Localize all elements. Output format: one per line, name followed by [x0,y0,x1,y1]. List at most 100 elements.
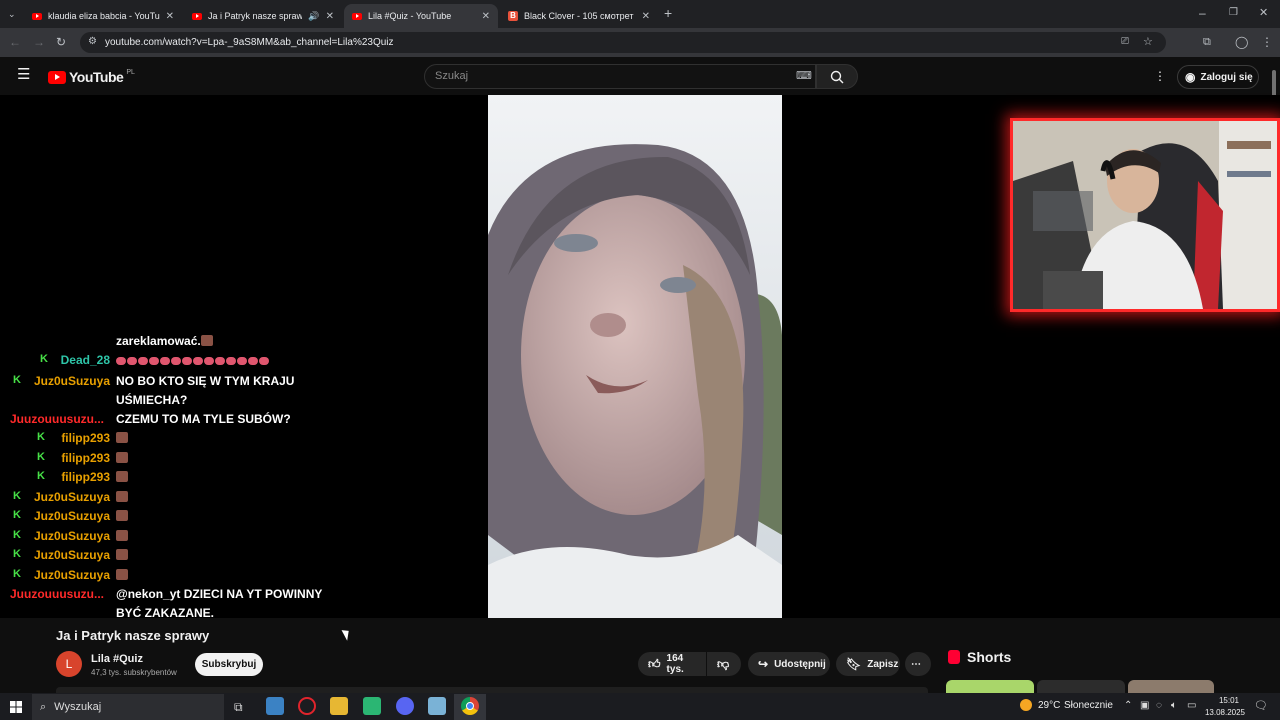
heart-emote-icon [138,357,148,365]
reload-icon[interactable]: ↻ [56,35,66,49]
browser-tab-strip: ⌄ klaudia eliza babcia - YouTube ✕ Ja i … [0,0,1280,28]
search-input[interactable]: Szukaj ⌨ [424,64,816,89]
clock-time[interactable]: 15:01 [1212,696,1246,705]
hamburger-menu-icon[interactable]: ☰ [17,67,30,82]
minimize-icon[interactable]: – [1199,6,1206,20]
sign-in-label: Zaloguj się [1200,71,1253,83]
chat-message: K Juz0uSuzuya [0,488,340,508]
chrome-icon [461,697,479,715]
more-actions-button[interactable]: ⋯ [905,652,931,676]
tab-title: Black Clover - 105 смотреть ан [524,11,634,21]
profile-icon[interactable]: ◯ [1235,35,1248,49]
close-tab-icon[interactable]: ✕ [642,11,650,22]
clock-date[interactable]: 13.08.2025 [1204,708,1246,717]
app-icon-1[interactable] [266,697,284,715]
search-icon [830,70,844,84]
chat-message-text: @nekon_yt DZIECI NA YT POWINNY [116,587,323,601]
chat-username: Juz0uSuzuya [33,509,110,523]
battery-icon[interactable]: ▭ [1187,699,1196,713]
channel-avatar[interactable]: L [56,651,82,677]
like-button[interactable]: 👍︎ 164 tys. [638,652,706,676]
task-view-icon[interactable]: ⧉ [234,700,243,714]
tray-app-icon[interactable]: ▣ [1140,699,1149,713]
taskbar-search-label: Wyszukaj [54,701,102,713]
short-thumbnail[interactable] [946,680,1034,693]
discord-icon[interactable] [396,697,414,715]
bookmark-star-icon[interactable]: ☆ [1143,35,1153,49]
close-tab-icon[interactable]: ✕ [482,11,490,22]
save-label: Zapisz [867,658,899,670]
chat-message: K Juz0uSuzuya [0,507,340,527]
shorts-section-title: Shorts [967,649,1012,665]
kick-badge-icon: K [37,451,45,463]
notifications-icon[interactable]: 🗨︎ [1254,699,1268,713]
tab-search-icon[interactable]: ⌄ [8,7,16,21]
taskbar-search-box[interactable]: ⌕ Wyszukaj [32,694,224,720]
short-thumbnail[interactable] [1037,680,1125,693]
youtube-play-logo-icon [48,70,66,84]
file-explorer-icon[interactable] [330,697,348,715]
opera-icon[interactable] [298,697,316,715]
channel-name[interactable]: Lila #Quiz [91,653,143,665]
weather-description[interactable]: Słonecznie [1064,700,1113,711]
tab-title: klaudia eliza babcia - YouTube [48,11,160,21]
account-circle-icon: ◉ [1185,70,1196,84]
kick-badge-icon: K [13,548,21,560]
speaker-icon[interactable]: 🔊 [308,11,319,22]
extensions-icon[interactable]: ⧉ [1203,35,1211,49]
sign-in-button[interactable]: ◉ Zaloguj się [1177,65,1259,89]
tab-2[interactable]: Ja i Patryk nasze sprawy - Yo 🔊 ✕ [184,4,342,28]
subscribe-button[interactable]: Subskrybuj [195,653,263,676]
forward-icon[interactable]: → [33,35,45,49]
tab-4[interactable]: B Black Clover - 105 смотреть ан ✕ [500,4,658,28]
tab-title: Lila #Quiz - YouTube [368,11,452,21]
app-icon-4[interactable] [363,697,381,715]
close-tab-icon[interactable]: ✕ [326,11,334,22]
settings-kebab-icon[interactable]: ⋮ [1154,69,1166,83]
weather-temp[interactable]: 29°C [1038,700,1060,711]
tray-chevron-icon[interactable]: ⌃ [1124,699,1132,713]
emote-icon [116,549,128,560]
menu-kebab-icon[interactable]: ⋮ [1261,35,1273,49]
chat-message: K Juz0uSuzuya [0,546,340,566]
tab-1[interactable]: klaudia eliza babcia - YouTube ✕ [24,4,182,28]
streamer-webcam-image [1013,121,1277,309]
chat-username: Juuzouuusuzu... [10,412,104,426]
save-button[interactable]: 🔖︎ Zapisz [836,652,900,676]
heart-emote-icon [127,357,137,365]
chat-emote [116,449,128,467]
share-button[interactable]: ↪ Udostępnij [748,652,830,676]
search-icon: ⌕ [40,700,47,713]
emote-icon [116,569,128,580]
tab-3-active[interactable]: Lila #Quiz - YouTube ✕ [344,4,498,28]
emote-icon [116,452,128,463]
keyboard-icon[interactable]: ⌨ [796,69,812,83]
close-tab-icon[interactable]: ✕ [166,11,174,22]
kick-badge-icon: K [40,353,48,365]
back-icon[interactable]: ← [9,35,21,49]
youtube-logo[interactable]: YouTube PL [48,69,135,85]
volume-icon[interactable]: 🔈︎ [1171,699,1177,713]
kick-badge-icon: K [13,529,21,541]
like-count: 164 tys. [666,653,684,675]
restore-icon[interactable]: ❐ [1229,6,1238,20]
short-thumbnail[interactable] [1128,680,1214,693]
install-app-icon[interactable]: ⎚ [1121,35,1129,49]
chat-username: Juz0uSuzuya [33,490,110,504]
search-button[interactable] [816,64,858,89]
chat-message-text: NO BO KTO SIĘ W TYM KRAJU [116,374,295,388]
windows-start-icon[interactable] [10,701,22,713]
address-bar[interactable]: ⚙ youtube.com/watch?v=Lpa-_9aS8MM&ab_cha… [80,32,1166,53]
new-tab-icon[interactable]: + [664,6,672,20]
site-info-icon[interactable]: ⚙ [88,35,97,49]
app-icon-6[interactable] [428,697,446,715]
tab-title: Ja i Patryk nasze sprawy - Yo [208,11,303,21]
dislike-button[interactable]: 👎︎ [707,652,741,676]
chat-username: Juz0uSuzuya [33,548,110,562]
sun-weather-icon[interactable] [1020,699,1032,711]
emote-icon [116,491,128,502]
window-close-icon[interactable]: ✕ [1259,6,1268,20]
network-icon[interactable]: ◌ [1156,699,1162,713]
chrome-active-bg[interactable] [454,694,486,720]
emote-icon [116,530,128,541]
